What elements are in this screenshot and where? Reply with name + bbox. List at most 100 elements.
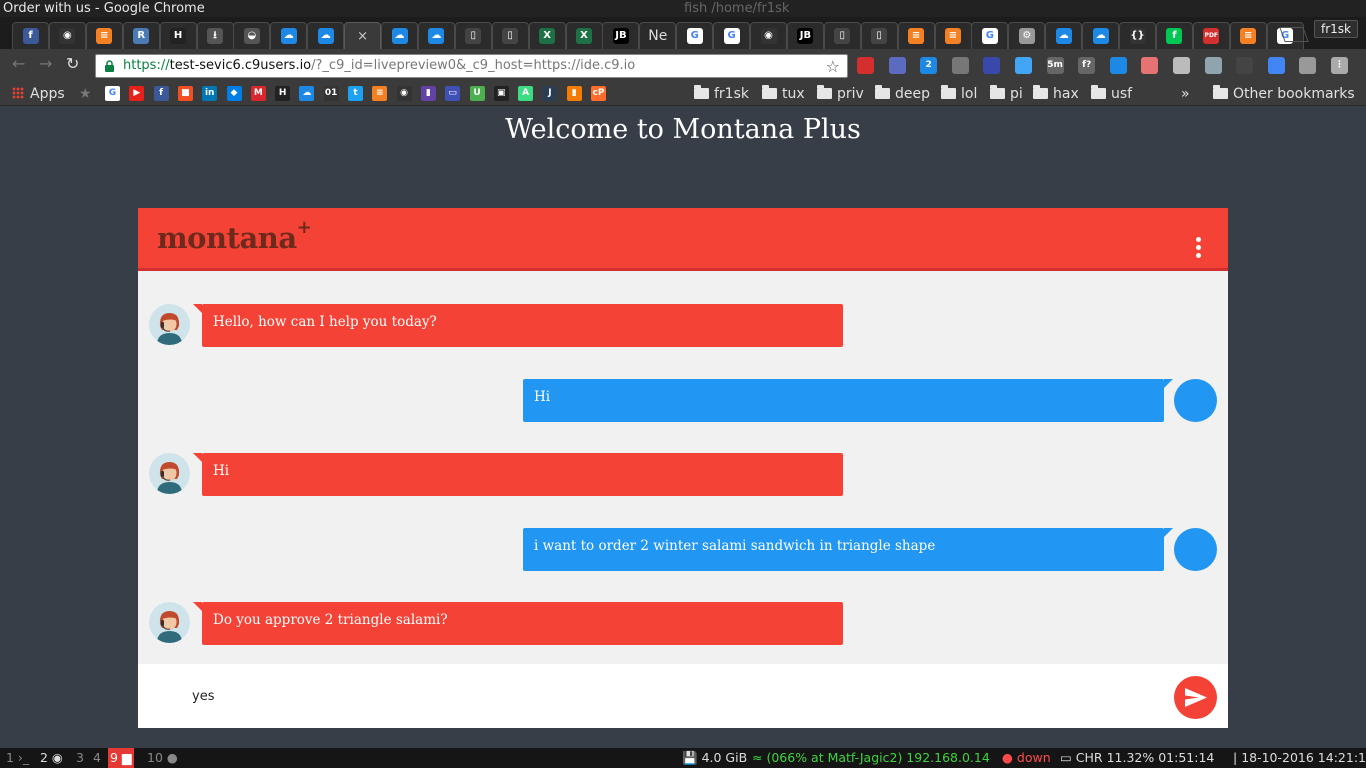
facebook-icon[interactable]: f (153, 86, 169, 101)
browser-tab[interactable]: G (713, 22, 751, 49)
back-button[interactable]: ← (12, 56, 25, 72)
bookmark-folder-hax[interactable]: hax (1033, 85, 1079, 102)
cloud9-icon[interactable]: ☁ (299, 86, 315, 101)
bookmark-folder-tux[interactable]: tux (762, 85, 805, 102)
timer-icon[interactable]: 5m (1046, 57, 1064, 74)
binary-icon[interactable]: 01 (323, 86, 339, 101)
message-input[interactable] (192, 686, 1092, 706)
browser-tab[interactable]: ▯ (860, 22, 898, 49)
browser-tab[interactable]: PDF (1192, 22, 1230, 49)
workspace-3[interactable]: 3 (74, 748, 86, 768)
jira-icon[interactable]: J (542, 86, 558, 101)
chrome-icon[interactable] (1267, 57, 1285, 74)
browser-tab[interactable]: f (12, 22, 49, 49)
bookmark-star-icon[interactable]: ☆ (826, 57, 840, 76)
other-bookmarks[interactable]: Other bookmarks (1213, 85, 1355, 102)
browser-tab[interactable]: Ne (639, 22, 677, 49)
dropbox-icon[interactable]: ◆ (226, 86, 242, 101)
fedora-icon[interactable] (1204, 57, 1222, 74)
browser-tab[interactable]: ≡ (934, 22, 972, 49)
browser-tab[interactable]: ≡ (85, 22, 123, 49)
bookmark-folder-priv[interactable]: priv (817, 85, 864, 102)
more-menu-icon[interactable] (1196, 237, 1202, 259)
apps-shortcut[interactable]: Apps (12, 86, 65, 102)
browser-tab[interactable]: ◉ (48, 22, 86, 49)
browser-tab[interactable]: ⭳ (196, 22, 234, 49)
browser-tab[interactable]: × (344, 22, 382, 49)
browser-tab[interactable]: ▯ (823, 22, 861, 49)
h-icon[interactable]: H (275, 86, 291, 101)
dark-icon[interactable] (1236, 57, 1254, 74)
cast-icon[interactable] (1299, 57, 1317, 74)
android-icon[interactable]: A (518, 86, 534, 101)
browser-tab[interactable]: ⚙ (1008, 22, 1046, 49)
browser-tab[interactable]: ▯ (491, 22, 529, 49)
linkedin-icon[interactable]: in (202, 86, 218, 101)
workspace-6[interactable]: 10 ● (145, 748, 180, 768)
shield-icon[interactable] (1173, 57, 1190, 74)
browser-tab[interactable]: JB (602, 22, 640, 49)
browser-tab[interactable]: ☁ (270, 22, 308, 49)
browser-tab[interactable]: {} (1119, 22, 1156, 49)
browser-tab[interactable]: ☁ (381, 22, 418, 49)
workspace-5[interactable]: 9 ▆ (108, 748, 134, 768)
browser-tab[interactable]: H (159, 22, 197, 49)
workspace-1[interactable]: 1 ›_ (4, 748, 31, 768)
bookmark-folder-pi[interactable]: pi (990, 85, 1023, 102)
close-tab-icon[interactable]: × (357, 29, 368, 44)
reload-button[interactable]: ↻ (66, 56, 79, 72)
browser-tab[interactable]: ☁ (307, 22, 345, 49)
browser-tab[interactable]: JB (786, 22, 824, 49)
youtube-icon[interactable]: ▶ (129, 86, 145, 101)
pen-icon[interactable] (951, 57, 969, 74)
u-icon[interactable]: U (469, 86, 485, 101)
twitch-icon[interactable]: ▮ (420, 86, 436, 101)
browser-tab[interactable]: ≡ (1229, 22, 1267, 49)
menu-icon[interactable]: ⋮ (1331, 57, 1348, 74)
browser-tab[interactable]: G (971, 22, 1009, 49)
browser-tab[interactable]: ▯ (454, 22, 492, 49)
send-button[interactable] (1174, 676, 1217, 719)
shield-icon[interactable] (857, 57, 874, 74)
stripes-icon[interactable] (888, 57, 906, 74)
workspace-2[interactable]: 2 ◉ (38, 748, 65, 768)
bookmark-folder-usf[interactable]: usf (1091, 85, 1132, 102)
stackoverflow-icon[interactable]: ≡ (372, 86, 388, 101)
bookmarks-overflow-button[interactable]: » (1181, 86, 1190, 102)
analytics-icon[interactable]: ▮ (566, 86, 582, 101)
browser-tab[interactable]: ◒ (233, 22, 271, 49)
profile-button[interactable]: fr1sk (1314, 20, 1358, 38)
terminal-icon[interactable]: ▣ (493, 86, 509, 101)
microsoft-icon[interactable]: ■ (177, 86, 193, 101)
browser-tab[interactable]: ☁ (1082, 22, 1120, 49)
browser-tab[interactable]: f (1155, 22, 1193, 49)
browser-tab[interactable]: X (528, 22, 566, 49)
bookmark-folder-lol[interactable]: lol (941, 85, 977, 102)
browser-tab[interactable]: ☁ (1045, 22, 1083, 49)
mail-icon[interactable] (1141, 57, 1159, 74)
browser-tab[interactable]: R (122, 22, 160, 49)
bookmark-folder-fr1sk[interactable]: fr1sk (694, 85, 749, 102)
vimeo-icon[interactable] (1015, 57, 1032, 74)
browser-tab[interactable]: X (565, 22, 603, 49)
google-icon[interactable]: G (105, 86, 120, 101)
tv-icon[interactable]: ▭ (445, 86, 461, 101)
browser-tab[interactable]: ◉ (750, 22, 787, 49)
pin-icon[interactable] (1109, 57, 1127, 74)
cpanel-icon[interactable]: cP (591, 86, 606, 101)
forward-button[interactable]: → (39, 56, 52, 72)
workspace-4[interactable]: 4 (91, 748, 103, 768)
browser-tab[interactable]: G (676, 22, 714, 49)
fx-icon[interactable]: f? (1078, 57, 1096, 74)
excel-icon: X (539, 28, 556, 44)
globe-icon[interactable] (983, 57, 1001, 74)
browser-tab[interactable]: ☁ (417, 22, 455, 49)
address-bar[interactable]: https://test-sevic6.c9users.io/?_c9_id=l… (95, 54, 848, 78)
bookmark-folder-deep[interactable]: deep (875, 85, 930, 102)
new-tab-button[interactable] (1279, 27, 1309, 42)
badge-2-icon[interactable]: 2 (920, 57, 938, 74)
browser-tab[interactable]: ≡ (897, 22, 935, 49)
github-icon[interactable]: ◉ (396, 86, 412, 101)
mega-icon[interactable]: M (250, 86, 266, 101)
twitter-icon[interactable]: t (348, 86, 363, 101)
